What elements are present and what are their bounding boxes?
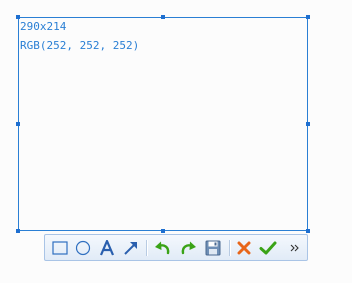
screenshot-toolbar — [44, 234, 308, 261]
resize-handle-bottom-left[interactable] — [16, 229, 20, 233]
undo-icon — [155, 241, 170, 255]
resize-handle-bottom-right[interactable] — [306, 229, 310, 233]
redo-button[interactable] — [178, 239, 198, 257]
ellipse-tool[interactable] — [73, 239, 93, 257]
toolbar-separator — [146, 240, 148, 256]
checkmark-icon — [259, 241, 277, 255]
resize-handle-right[interactable] — [306, 122, 310, 126]
save-button[interactable] — [203, 239, 223, 257]
cancel-button[interactable] — [234, 239, 254, 257]
ellipse-icon — [75, 240, 91, 256]
chevron-more-icon — [290, 244, 299, 252]
close-x-icon — [237, 241, 251, 255]
resize-handle-bottom[interactable] — [161, 229, 165, 233]
undo-button[interactable] — [153, 239, 173, 257]
confirm-button[interactable] — [258, 239, 278, 257]
resize-handle-top-left[interactable] — [16, 15, 20, 19]
redo-icon — [181, 241, 196, 255]
toolbar-separator — [229, 240, 231, 256]
resize-handle-top-right[interactable] — [306, 15, 310, 19]
resize-handle-left[interactable] — [16, 122, 20, 126]
pixel-color-label: RGB(252, 252, 252) — [20, 39, 140, 52]
resize-handle-top[interactable] — [161, 15, 165, 19]
rectangle-icon — [52, 241, 68, 255]
text-tool[interactable] — [97, 239, 117, 257]
selection-size-label: 290x214 — [20, 20, 67, 33]
text-a-icon — [99, 240, 115, 256]
arrow-icon — [124, 242, 137, 255]
arrow-tool[interactable] — [121, 239, 141, 257]
floppy-save-icon — [205, 240, 221, 256]
rectangle-tool[interactable] — [50, 239, 70, 257]
more-button[interactable] — [285, 239, 305, 257]
